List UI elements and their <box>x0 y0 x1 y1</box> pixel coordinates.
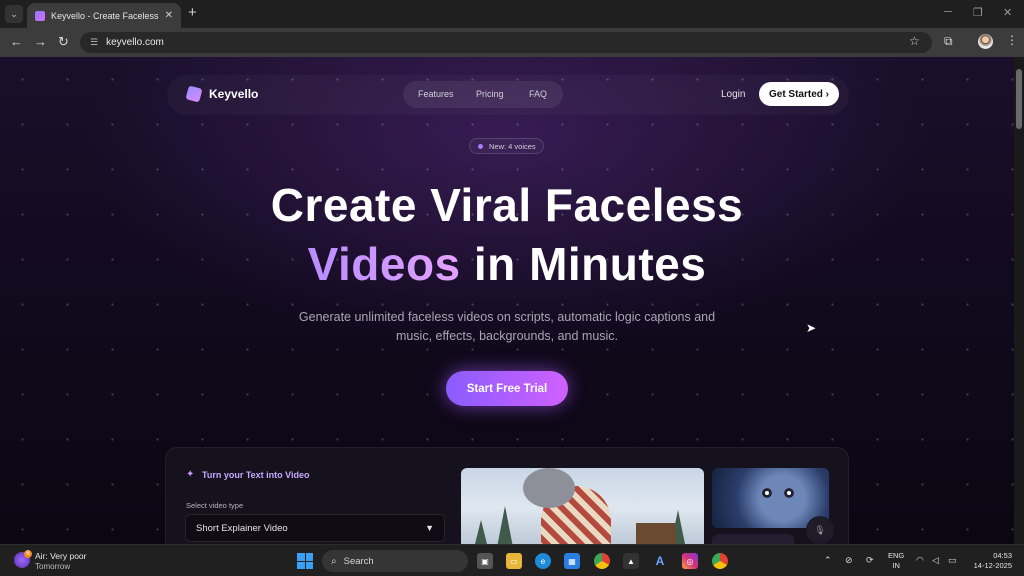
back-icon[interactable]: ← <box>10 34 23 49</box>
tab-title: Keyvello - Create Faceless Videos <box>51 10 159 21</box>
nav-link-features[interactable]: Features <box>418 89 454 99</box>
restore-icon[interactable]: ❐ <box>973 6 983 19</box>
url-text: keyvello.com <box>106 37 164 48</box>
nav-link-faq[interactable]: FAQ <box>529 89 547 99</box>
battery-icon[interactable]: ▭ <box>948 555 957 566</box>
chrome-profile-icon[interactable] <box>712 553 728 569</box>
elephant-head-shape <box>523 468 575 508</box>
keyvello-favicon-icon <box>35 10 45 21</box>
clock-date: 14-12-2025 <box>973 561 1012 570</box>
page-scrollbar[interactable] <box>1014 57 1024 544</box>
instagram-icon[interactable]: ◎ <box>682 553 698 569</box>
video-type-value: Short Explainer Video <box>196 522 288 534</box>
browser-toolbar: ← → ↻ ☰ keyvello.com <box>0 28 1024 57</box>
new-voices-badge: New: 4 voices <box>469 138 544 154</box>
start-free-trial-button[interactable]: Start Free Trial <box>446 371 568 406</box>
wifi-icon[interactable]: ◠ <box>916 555 924 566</box>
extensions-icon[interactable]: ⧉ <box>944 34 953 49</box>
site-navbar: Keyvello Features Pricing FAQ Login Get … <box>167 75 849 115</box>
video-type-select[interactable]: Short Explainer Video ▼ <box>185 514 445 542</box>
keyvello-logo-icon[interactable] <box>185 85 203 103</box>
web-page: Keyvello Features Pricing FAQ Login Get … <box>0 57 1014 544</box>
scrollbar-thumb[interactable] <box>1016 69 1022 129</box>
weather-status[interactable]: Air: Very poor <box>35 551 87 561</box>
notifications-off-icon[interactable]: ⊘ <box>845 555 853 566</box>
region-code: IN <box>892 561 900 570</box>
weather-badge: 6 <box>24 550 32 558</box>
file-explorer-icon[interactable]: ▭ <box>506 553 522 569</box>
search-placeholder: Search <box>343 555 374 567</box>
browser-tab-strip: ⌄ Keyvello - Create Faceless Videos ✕ + … <box>0 0 1024 28</box>
minimize-icon[interactable]: ─ <box>944 6 952 18</box>
login-link[interactable]: Login <box>721 89 745 100</box>
reload-icon[interactable]: ↻ <box>58 34 69 50</box>
hero-subtitle-line2: music, effects, backgrounds, and music. <box>395 329 619 343</box>
badge-text: New: 4 voices <box>489 141 536 151</box>
profile-avatar[interactable] <box>978 34 993 49</box>
nav-link-pricing[interactable]: Pricing <box>476 89 504 99</box>
chrome-icon[interactable] <box>594 553 610 569</box>
tree-shape <box>469 520 493 544</box>
system-clock[interactable]: 04:53 14-12-2025 <box>968 551 1012 571</box>
text-to-video-panel: ✦ Turn your Text into Video Select video… <box>165 447 849 544</box>
hero-title-highlight: Videos <box>307 238 461 290</box>
start-menu-icon[interactable] <box>297 553 313 569</box>
mouse-cursor-icon: ➤ <box>806 321 817 335</box>
hero-title-line1: Create Viral Faceless <box>270 179 744 231</box>
sync-icon[interactable]: ⟳ <box>866 555 874 566</box>
taskbar-search[interactable]: ⌕ Search <box>322 550 468 572</box>
video-type-label: Select video type <box>186 501 244 510</box>
chevron-down-icon: ▼ <box>425 523 434 533</box>
badge-dot-icon <box>478 143 483 149</box>
task-view-icon[interactable]: ▣ <box>477 553 493 569</box>
windows-taskbar: 6 Air: Very poor Tomorrow ⌕ Search ▣ ▭ e… <box>0 544 1024 576</box>
hero-title-line2: Videos in Minutes <box>0 237 1014 291</box>
tab-close-icon[interactable]: ✕ <box>165 10 173 21</box>
cabin-shape <box>636 523 676 544</box>
eye-shape <box>784 488 794 498</box>
store-icon[interactable]: ▦ <box>564 553 580 569</box>
terminal-icon[interactable]: ▲ <box>623 553 639 569</box>
hero-subtitle-line1: Generate unlimited faceless videos on sc… <box>298 310 716 324</box>
hero-title-line2-rest: in Minutes <box>460 238 707 290</box>
volume-icon[interactable]: ◁ <box>932 555 939 566</box>
forward-icon[interactable]: → <box>34 34 47 49</box>
browser-menu-icon[interactable]: ⋮ <box>1006 33 1018 47</box>
site-logo-text[interactable]: Keyvello <box>209 87 258 101</box>
site-info-icon[interactable]: ☰ <box>90 37 98 48</box>
eye-shape <box>762 488 772 498</box>
search-icon: ⌕ <box>331 555 337 567</box>
clock-time: 04:53 <box>993 551 1012 560</box>
tree-shape <box>493 506 517 544</box>
browser-tab[interactable]: Keyvello - Create Faceless Videos ✕ <box>27 3 181 28</box>
address-bar[interactable]: ☰ keyvello.com <box>80 32 932 53</box>
tab-search-chevron-icon[interactable]: ⌄ <box>5 5 23 23</box>
close-window-icon[interactable]: ✕ <box>1003 6 1012 19</box>
bookmark-star-icon[interactable]: ☆ <box>909 34 920 48</box>
get-started-button[interactable]: Get Started › <box>759 82 839 106</box>
nav-links-group: Features Pricing FAQ <box>403 81 563 108</box>
edge-icon[interactable]: e <box>535 553 551 569</box>
language-indicator[interactable]: ENG IN <box>888 551 904 571</box>
new-tab-button[interactable]: + <box>188 4 197 21</box>
weather-when: Tomorrow <box>35 562 71 571</box>
elephant-snow-thumbnail[interactable] <box>461 468 704 544</box>
sparkle-icon: ✦ <box>186 469 195 480</box>
tray-overflow-icon[interactable]: ⌃ <box>824 555 832 566</box>
font-app-icon[interactable]: A <box>652 553 668 569</box>
language-code: ENG <box>888 551 905 560</box>
demo-heading: Turn your Text into Video <box>202 470 310 480</box>
microphone-icon[interactable]: 🎙 <box>806 516 834 544</box>
thumbnail-strip <box>712 534 794 544</box>
